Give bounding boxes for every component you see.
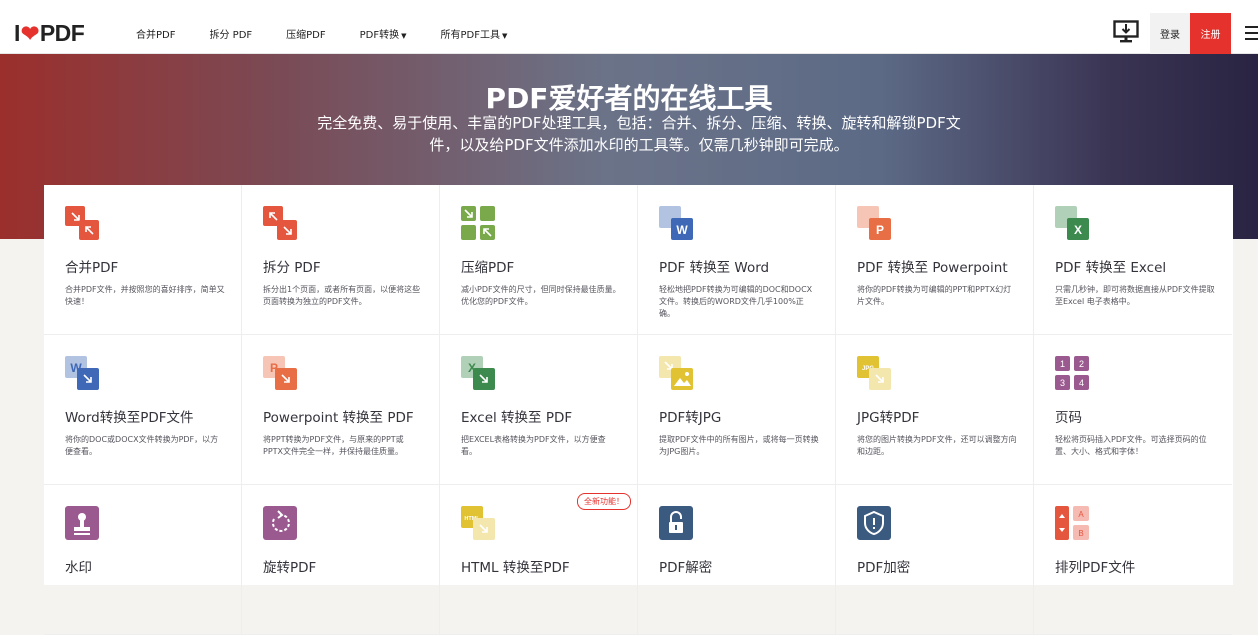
nav-convert-pdf[interactable]: PDF转换 ▼ (360, 26, 407, 41)
unlock-icon (659, 506, 695, 542)
watermark-icon (65, 506, 101, 542)
svg-text:A: A (1078, 510, 1084, 519)
nav-merge-pdf[interactable]: 合并PDF (136, 26, 175, 41)
svg-text:2: 2 (1079, 359, 1084, 369)
tool-title: Powerpoint 转换至 PDF (263, 410, 414, 426)
tool-title: 旋转PDF (263, 560, 317, 576)
hero-title: PDF爱好者的在线工具 (485, 82, 773, 115)
tool-title: 页码 (1055, 410, 1082, 426)
tool-description: 减小PDF文件的尺寸，但同时保持最佳质量。优化您的PDF文件。 (461, 285, 621, 306)
word-to-pdf-icon: W (65, 356, 101, 392)
ilovepdf-logo[interactable]: I ❤ PDF (14, 20, 85, 47)
tool-title: PDF加密 (857, 560, 911, 576)
tool-card[interactable]: HTML HTML 转换至PDF 全新功能！ (440, 485, 638, 635)
tool-title: PDF转JPG (659, 410, 722, 426)
tool-description: 把EXCEL表格转换为PDF文件，以方便查看。 (461, 435, 606, 456)
tool-title: 排列PDF文件 (1055, 560, 1136, 576)
tool-card[interactable]: PDF加密 (836, 485, 1034, 635)
tool-card[interactable]: P Powerpoint 转换至 PDF 将PPT转换为PDF文件，与原来的PPT或… (242, 335, 440, 485)
tool-card[interactable]: W Word转换至PDF文件将你的DOC或DOCX文件转换为PDF，以方便查看。 (44, 335, 242, 485)
signup-button[interactable]: 注册 (1190, 13, 1231, 54)
tool-title: HTML 转换至PDF (461, 560, 570, 576)
tool-title: PDF 转换至 Word (659, 260, 770, 276)
tool-card[interactable]: X Excel 转换至 PDF 把EXCEL表格转换为PDF文件，以方便查看。 (440, 335, 638, 485)
tool-card[interactable]: 1 2 3 4 页码轻松将页码插入PDF文件。可选择页码的位置、大小、格式和字体！ (1034, 335, 1232, 485)
tool-title: 水印 (65, 560, 92, 576)
nav-compress-pdf[interactable]: 压缩PDF (286, 26, 325, 41)
svg-text:3: 3 (1060, 378, 1065, 388)
compress-icon (461, 206, 497, 242)
tool-card[interactable]: PDF转JPG 提取PDF文件中的所有图片，或将每一页转换为JPG图片。 (638, 335, 836, 485)
desktop-app-icon[interactable] (1113, 20, 1139, 44)
tool-description: 轻松地把PDF转换为可编辑的DOC和DOCX文件。转换后的WORD文件几乎100… (659, 285, 813, 318)
tool-card[interactable]: A B 排列PDF文件 (1034, 485, 1232, 635)
rotate-icon (263, 506, 299, 542)
hero-subtitle: 完全免费、易于使用、丰富的PDF处理工具，包括：合并、拆分、压缩、转换、旋转和解… (317, 114, 961, 154)
tool-card[interactable]: 压缩PDF 减小PDF文件的尺寸，但同时保持最佳质量。优化您的PDF文件。 (440, 185, 638, 335)
protect-icon (857, 506, 893, 542)
tools-grid: 合并PDF 合并PDF文件，并按照您的喜好排序，简单又快速！ 拆分 PDF 拆分出1个… (44, 185, 1233, 635)
tool-title: JPG转PDF (857, 410, 920, 426)
tool-title: 合并PDF (65, 260, 119, 276)
login-button[interactable]: 登录 (1150, 13, 1190, 54)
page-numbers-icon: 1 2 3 4 (1055, 356, 1091, 392)
tool-title: 压缩PDF (461, 260, 515, 276)
main-nav: 合并PDF 拆分 PDF 压缩PDF PDF转换 ▼ 所有PDF工具 ▼ (136, 26, 541, 41)
powerpoint-icon: P (857, 206, 893, 242)
logo-letter: I (14, 20, 20, 46)
tool-description: 将您的图片转换为PDF文件，还可以调整方向和边距。 (857, 435, 1017, 456)
tool-title: PDF解密 (659, 560, 713, 576)
tool-card[interactable]: W PDF 转换至 Word 轻松地把PDF转换为可编辑的DOC和DOCX文件。转换… (638, 185, 836, 335)
tool-card[interactable]: 旋转PDF (242, 485, 440, 635)
nav-split-pdf[interactable]: 拆分 PDF (209, 26, 252, 41)
heart-icon: ❤ (20, 20, 39, 46)
html-to-pdf-icon: HTML (461, 506, 497, 542)
tool-description: 合并PDF文件，并按照您的喜好排序，简单又快速！ (65, 285, 225, 306)
tool-card[interactable]: PDF解密 (638, 485, 836, 635)
excel-icon: X (1055, 206, 1091, 242)
hamburger-menu-icon[interactable] (1245, 26, 1258, 40)
tool-card[interactable]: 拆分 PDF 拆分出1个页面，或者所有页面，以便将这些页面转换为独立的PDF文件。 (242, 185, 440, 335)
svg-text:B: B (1078, 529, 1083, 538)
svg-text:4: 4 (1079, 378, 1084, 388)
svg-text:W: W (676, 223, 688, 237)
tool-card[interactable]: 合并PDF 合并PDF文件，并按照您的喜好排序，简单又快速！ (44, 185, 242, 335)
tool-description: 只需几秒钟，即可将数据直接从PDF文件提取至Excel 电子表格中。 (1055, 285, 1215, 306)
tool-title: Word转换至PDF文件 (65, 410, 194, 426)
tool-description: 轻松将页码插入PDF文件。可选择页码的位置、大小、格式和字体！ (1055, 435, 1207, 456)
logo-text: PDF (39, 20, 85, 46)
tool-description: 将PPT转换为PDF文件，与原来的PPT或PPTX文件完全一样，并保持最佳质量。 (263, 435, 404, 456)
tool-card[interactable]: 水印 (44, 485, 242, 635)
tool-description: 将你的PDF转换为可编辑的PPT和PPTX幻灯片文件。 (857, 285, 1012, 306)
top-navigation-bar: I ❤ PDF 合并PDF 拆分 PDF 压缩PDF PDF转换 ▼ 所有PDF工… (0, 0, 1258, 54)
svg-text:1: 1 (1060, 359, 1065, 369)
tool-description: 提取PDF文件中的所有图片，或将每一页转换为JPG图片。 (659, 435, 819, 456)
split-icon (263, 206, 299, 242)
new-feature-badge: 全新功能！ (577, 493, 631, 510)
tool-title: Excel 转换至 PDF (461, 410, 573, 426)
tool-description: 拆分出1个页面，或者所有页面，以便将这些页面转换为独立的PDF文件。 (263, 285, 421, 306)
caret-down-icon: ▼ (502, 32, 508, 40)
tool-card[interactable]: JPG JPG转PDF 将您的图片转换为PDF文件，还可以调整方向和边距。 (836, 335, 1034, 485)
tool-title: PDF 转换至 Excel (1055, 260, 1167, 276)
merge-icon (65, 206, 101, 242)
svg-text:P: P (876, 223, 884, 237)
pdf-to-jpg-icon (659, 356, 695, 392)
caret-down-icon: ▼ (401, 32, 407, 40)
tool-description: 将你的DOC或DOCX文件转换为PDF，以方便查看。 (65, 435, 219, 456)
ppt-to-pdf-icon: P (263, 356, 299, 392)
nav-all-tools[interactable]: 所有PDF工具 ▼ (441, 26, 508, 41)
tool-title: 拆分 PDF (263, 260, 321, 276)
organize-icon: AB (1055, 506, 1091, 542)
tool-card[interactable]: P PDF 转换至 Powerpoint 将你的PDF转换为可编辑的PPT和PPTX… (836, 185, 1034, 335)
jpg-to-pdf-icon: JPG (857, 356, 893, 392)
tool-title: PDF 转换至 Powerpoint (857, 260, 1008, 276)
excel-to-pdf-icon: X (461, 356, 497, 392)
tool-card[interactable]: X PDF 转换至 Excel 只需几秒钟，即可将数据直接从PDF文件提取至Exce… (1034, 185, 1232, 335)
word-icon: W (659, 206, 695, 242)
svg-text:X: X (1074, 223, 1082, 237)
